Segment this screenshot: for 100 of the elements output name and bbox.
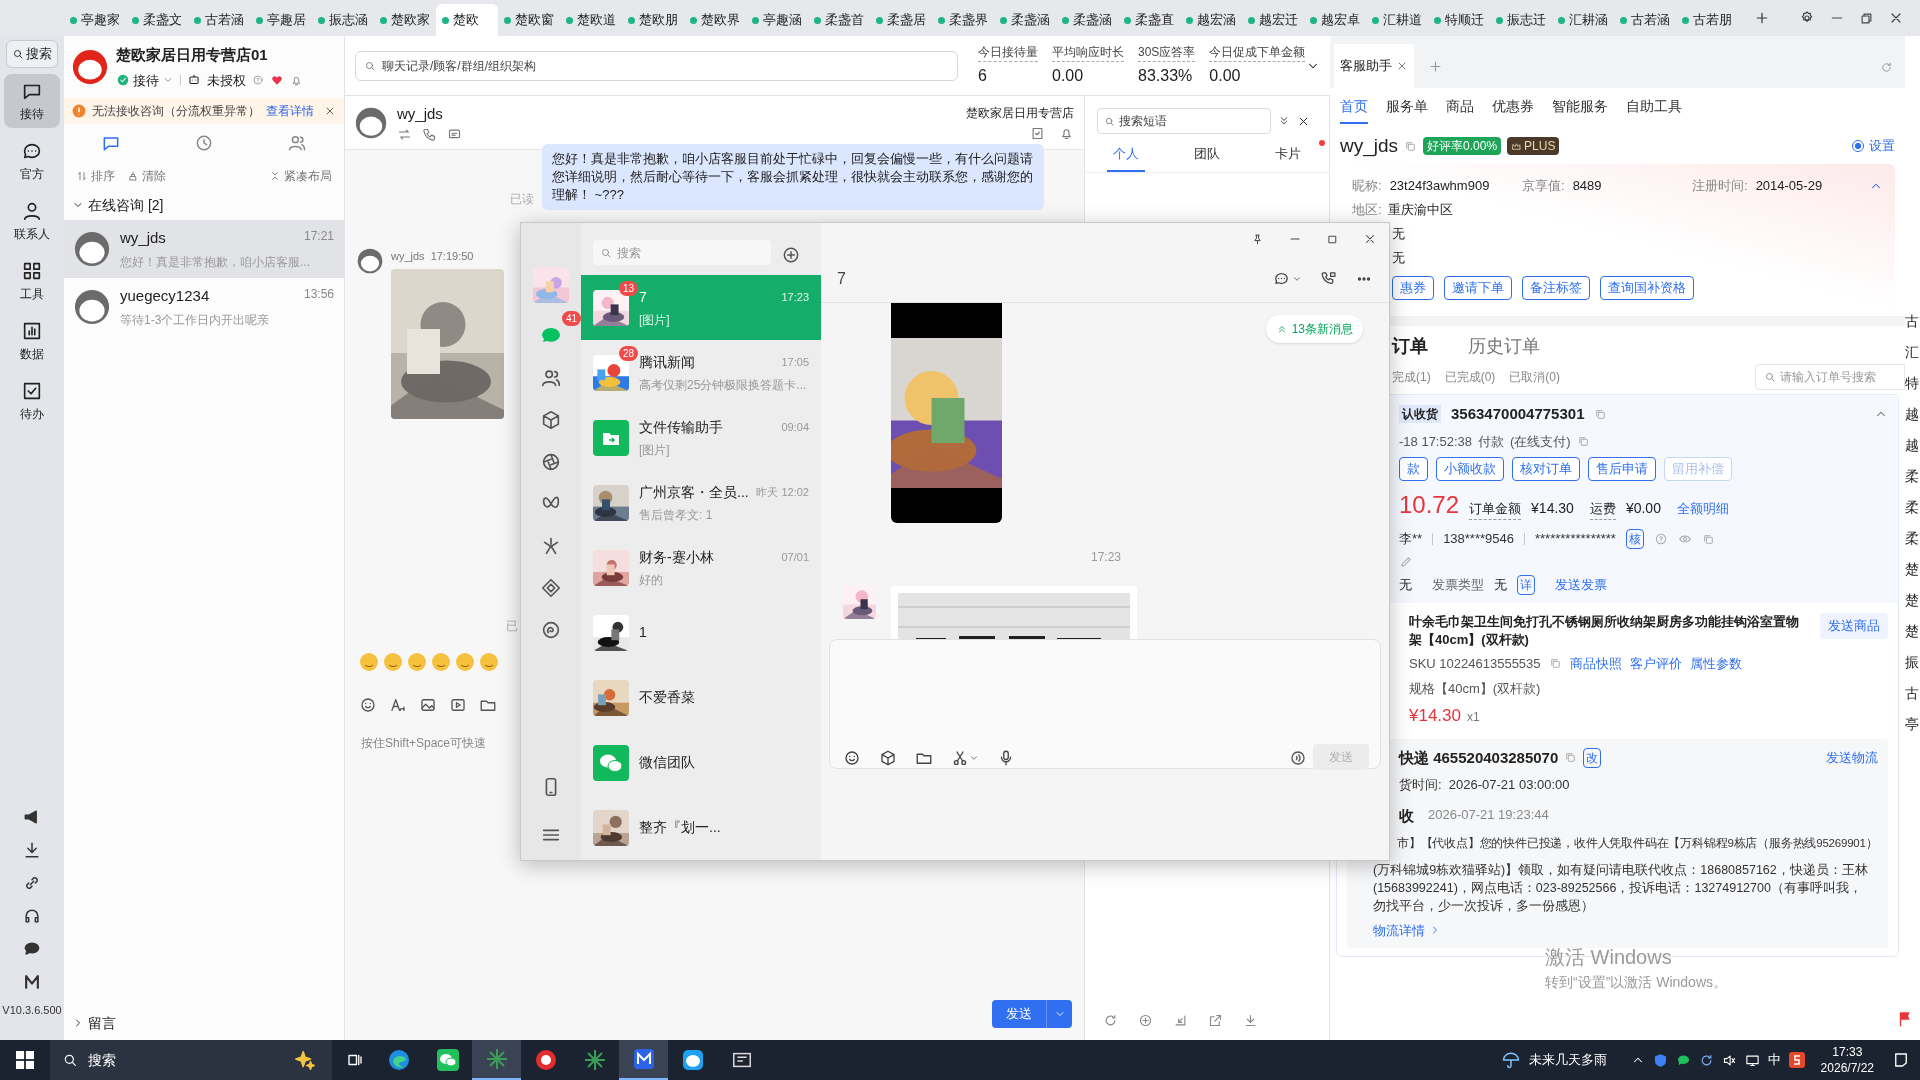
phrase-tab[interactable]: 卡片 [1269,144,1308,172]
chat-list-item[interactable]: 1 [581,600,821,665]
store-tab[interactable]: 振志迁 [1490,4,1552,36]
notification-icon[interactable] [1892,1051,1910,1069]
action-button[interactable]: 备注标签 [1522,276,1590,300]
bell-icon[interactable] [1059,126,1074,141]
video-icon[interactable] [449,696,467,714]
store-tab[interactable]: 楚欧界 [684,4,746,36]
panel-nav-tab[interactable]: 服务单 [1386,96,1428,124]
action-button[interactable]: 查询国补资格 [1600,276,1694,300]
store-tab[interactable]: 楚欧道 [560,4,622,36]
action-button[interactable]: 惠券 [1392,276,1434,300]
edge-tab-label[interactable]: 楚 [1905,554,1920,585]
weather-icon[interactable] [1500,1050,1521,1070]
store-tab[interactable]: 亭趣涵 [746,4,808,36]
edge-tab-label[interactable]: 柔 [1905,523,1920,554]
alert-link[interactable]: 查看详情 [266,102,314,120]
detail-button[interactable]: 详 [1517,575,1535,595]
detail-link[interactable]: 全额明细 [1676,499,1729,519]
order-filter[interactable]: 已取消(0) [1509,368,1560,386]
edge-tab-label[interactable]: 柔 [1905,461,1920,492]
call-icon[interactable] [1320,270,1337,287]
store-tab[interactable]: 越宏涵 [1180,4,1242,36]
store-tab[interactable]: 亭趣居 [250,4,312,36]
panel-nav-tab[interactable]: 优惠券 [1492,96,1534,124]
restore-icon[interactable] [1859,10,1874,26]
input-tool-icon[interactable] [1788,1052,1805,1068]
store-tab[interactable]: 古若朋 [1676,4,1738,36]
chat-mode-button[interactable] [1273,270,1302,287]
chat-list-item[interactable]: 不爱香菜 [581,665,821,730]
aperture-icon[interactable] [540,451,562,473]
product-link[interactable]: 商品快照 [1569,654,1622,674]
input-method[interactable]: 中 [1767,1050,1781,1070]
message-input[interactable]: 按住Shift+Space可快速 [345,726,519,926]
product-link[interactable]: 客户评价 [1629,654,1682,674]
add-tab-icon[interactable] [1428,59,1443,74]
voice-icon[interactable] [1289,749,1307,767]
settings-toggle[interactable]: 设置 [1852,136,1895,156]
list-action[interactable]: 紧凑布局 [269,167,332,185]
screenshot-button[interactable] [951,749,979,767]
store-tab[interactable]: 特顺迁 [1428,4,1490,36]
edge-tab-label[interactable]: 特 [1905,368,1920,399]
panel-nav-tab[interactable]: 商品 [1446,96,1474,124]
order-filter[interactable]: 已完成(0) [1444,368,1496,386]
phone-icon[interactable] [422,127,437,143]
product-link[interactable]: 属性参数 [1689,654,1742,674]
cube-icon[interactable] [879,749,897,767]
display-icon[interactable] [1744,1052,1760,1068]
add-tab-icon[interactable] [1754,10,1770,26]
diamond-icon[interactable] [540,577,562,599]
emoji-icon[interactable] [359,696,377,714]
store-tab[interactable]: 楚欧朋 [622,4,684,36]
store-tab[interactable]: 亭趣家 [64,4,126,36]
list-action[interactable]: 排序 [76,167,115,185]
chat-list-item[interactable]: 财务-蹇小林 07/01 好的 [581,535,821,600]
store-tab[interactable]: 汇耕道 [1366,4,1428,36]
nav-item[interactable]: 待办 [4,374,60,428]
taskbar-search-field[interactable]: 搜索 [50,1040,332,1080]
store-tab[interactable]: 古若涵 [1614,4,1676,36]
edit-button[interactable]: 改 [1583,747,1602,768]
group-header[interactable]: 留言 [64,1010,344,1036]
store-tab[interactable]: 柔盏文 [126,4,188,36]
list-action[interactable]: 清除 [127,167,166,185]
add-icon[interactable] [781,245,801,265]
image-icon[interactable] [419,696,437,714]
send-logistics-link[interactable]: 发送物流 [1826,748,1878,768]
edge-tab-label[interactable]: 越 [1905,430,1920,461]
list-tab-icon[interactable] [194,133,214,153]
search-field[interactable]: 聊天记录/顾客/群组/组织架构 [355,50,958,81]
start-icon[interactable] [16,1051,34,1069]
phrase-tab[interactable]: 个人 [1106,144,1145,172]
store-tab[interactable]: 柔盏居 [870,4,932,36]
edge-tab-label[interactable]: 越 [1905,399,1920,430]
nav-item[interactable]: 接待 [4,74,60,128]
clock[interactable]: 17:33 2026/7/22 [1820,1044,1874,1076]
panel-nav-tab[interactable]: 自助工具 [1626,96,1682,124]
action-button[interactable]: 售后申请 [1588,457,1656,481]
close-icon[interactable] [1363,232,1377,246]
edge-tab-label[interactable]: 楚 [1905,616,1920,647]
chat-list-item[interactable]: 微信团队 [581,730,821,795]
edge-tab-label[interactable]: 亭 [1905,709,1920,740]
search-field[interactable]: 搜索短语 [1097,108,1271,134]
order-tab[interactable]: 历史订单 [1468,333,1540,360]
spiral-icon[interactable] [540,619,562,641]
store-tab[interactable]: 越宏迁 [1242,4,1304,36]
store-tab[interactable]: 柔盏界 [932,4,994,36]
panel-tab[interactable]: 客服助手 [1334,44,1414,88]
store-tab[interactable]: 柔盏直 [1118,4,1180,36]
session-item[interactable]: yuegecy1234 13:56 等待1-3个工作日内开出呢亲 [64,278,344,336]
nav-item[interactable]: 数据 [4,314,60,368]
store-tab[interactable]: 越宏卓 [1304,4,1366,36]
session-item[interactable]: wy_jds 17:21 您好！真是非常抱歉，咱小店客服... [64,220,344,278]
verify-button[interactable]: 核 [1625,529,1644,549]
chat-list-item[interactable]: 28 腾讯新闻 17:05 高考仅剩25分钟极限换答题卡... [581,340,821,405]
send-invoice-link[interactable]: 发送发票 [1555,575,1607,595]
add-icon[interactable] [1138,1013,1153,1028]
edge-tab-label[interactable]: 柔 [1905,492,1920,523]
taskbar-app-icon[interactable] [619,1040,668,1080]
store-tab[interactable]: 柔盏涵 [994,4,1056,36]
contacts-icon[interactable] [540,367,562,389]
